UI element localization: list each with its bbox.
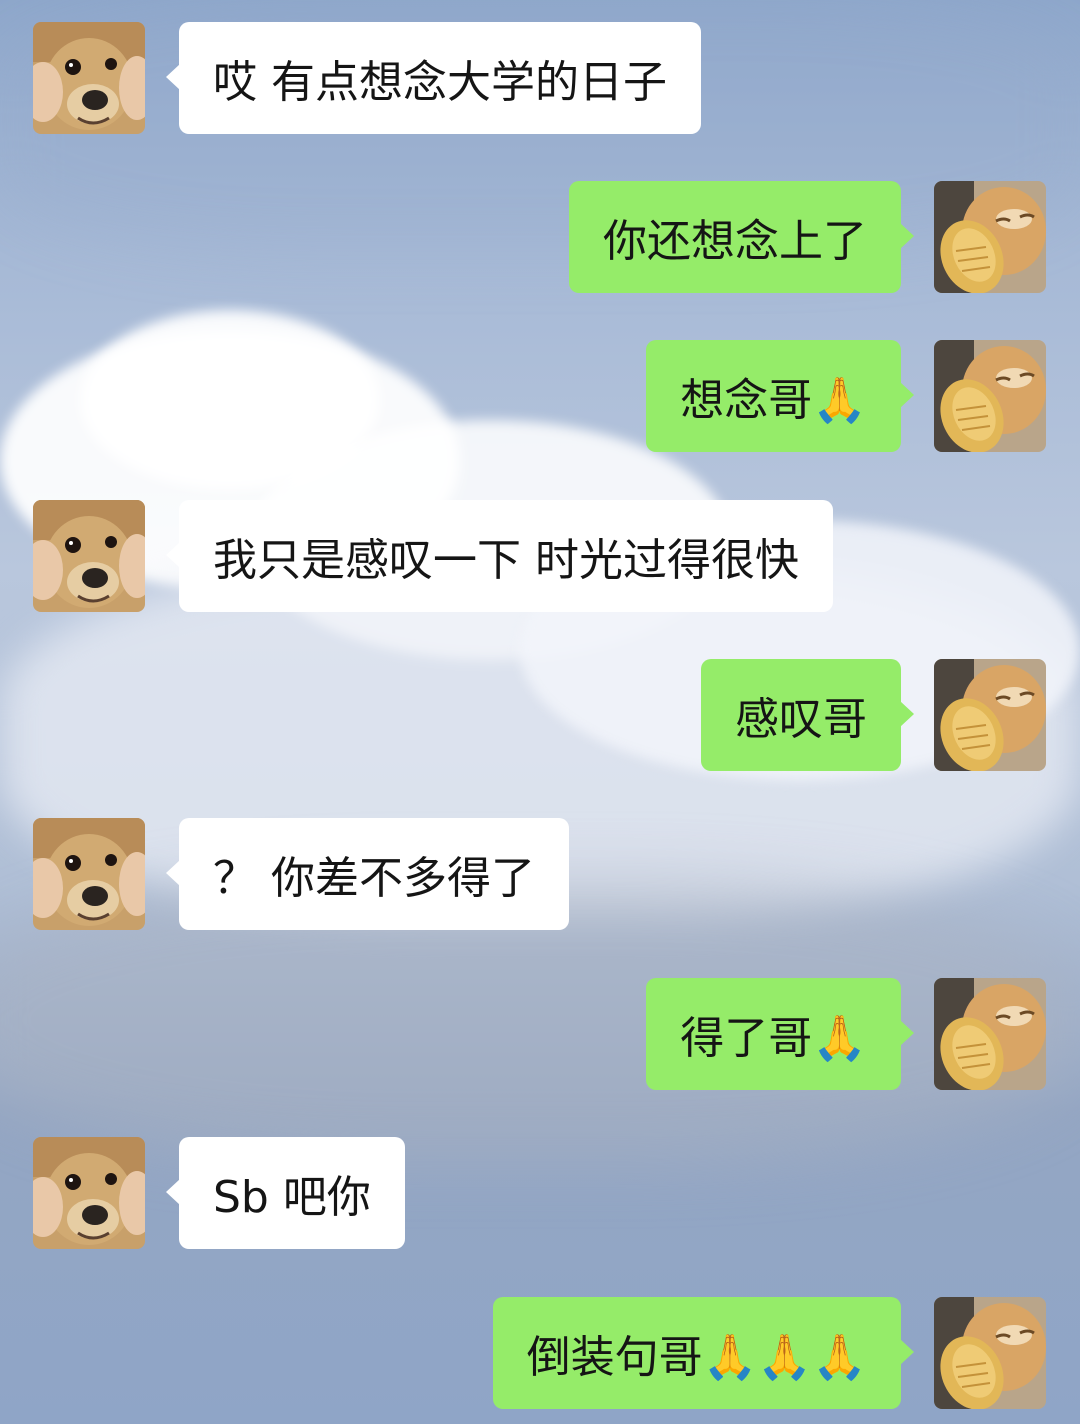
message-row: 你还想念上了 — [0, 181, 1080, 293]
message-text: 想念哥🙏 — [680, 375, 867, 426]
message-row: 得了哥🙏 — [0, 978, 1080, 1090]
cat-avatar[interactable] — [934, 340, 1046, 452]
message-row: 倒装句哥🙏🙏🙏 — [0, 1297, 1080, 1409]
message-row: 哎 有点想念大学的日子 — [0, 22, 1080, 134]
message-row: Sb 吧你 — [0, 1137, 1080, 1249]
message-bubble-outgoing[interactable]: 想念哥🙏 — [646, 340, 914, 452]
message-text: ？ 你差不多得了 — [213, 853, 535, 904]
message-text: 你还想念上了 — [603, 216, 867, 267]
message-row: ？ 你差不多得了 — [0, 818, 1080, 930]
message-bubble-outgoing[interactable]: 得了哥🙏 — [646, 978, 914, 1090]
message-bubble-outgoing[interactable]: 倒装句哥🙏🙏🙏 — [492, 1297, 915, 1409]
dog-avatar[interactable] — [33, 500, 145, 612]
dog-avatar[interactable] — [33, 818, 145, 930]
message-text: 倒装句哥🙏🙏🙏 — [526, 1332, 867, 1383]
message-text: Sb 吧你 — [213, 1172, 371, 1223]
dog-avatar[interactable] — [33, 1137, 145, 1249]
message-bubble-incoming[interactable]: 哎 有点想念大学的日子 — [166, 22, 701, 134]
cat-avatar[interactable] — [934, 181, 1046, 293]
message-bubble-incoming[interactable]: ？ 你差不多得了 — [166, 818, 569, 930]
message-row: 想念哥🙏 — [0, 340, 1080, 452]
cat-avatar[interactable] — [934, 978, 1046, 1090]
message-text: 哎 有点想念大学的日子 — [213, 57, 667, 108]
message-bubble-incoming[interactable]: Sb 吧你 — [166, 1137, 405, 1249]
message-bubble-incoming[interactable]: 我只是感叹一下 时光过得很快 — [166, 500, 833, 612]
message-text: 感叹哥 — [735, 694, 867, 745]
cat-avatar[interactable] — [934, 659, 1046, 771]
message-text: 我只是感叹一下 时光过得很快 — [213, 535, 799, 586]
cat-avatar[interactable] — [934, 1297, 1046, 1409]
message-bubble-outgoing[interactable]: 你还想念上了 — [569, 181, 914, 293]
message-text: 得了哥🙏 — [680, 1013, 867, 1064]
message-row: 我只是感叹一下 时光过得很快 — [0, 500, 1080, 612]
dog-avatar[interactable] — [33, 22, 145, 134]
message-bubble-outgoing[interactable]: 感叹哥 — [701, 659, 914, 771]
message-row: 感叹哥 — [0, 659, 1080, 771]
